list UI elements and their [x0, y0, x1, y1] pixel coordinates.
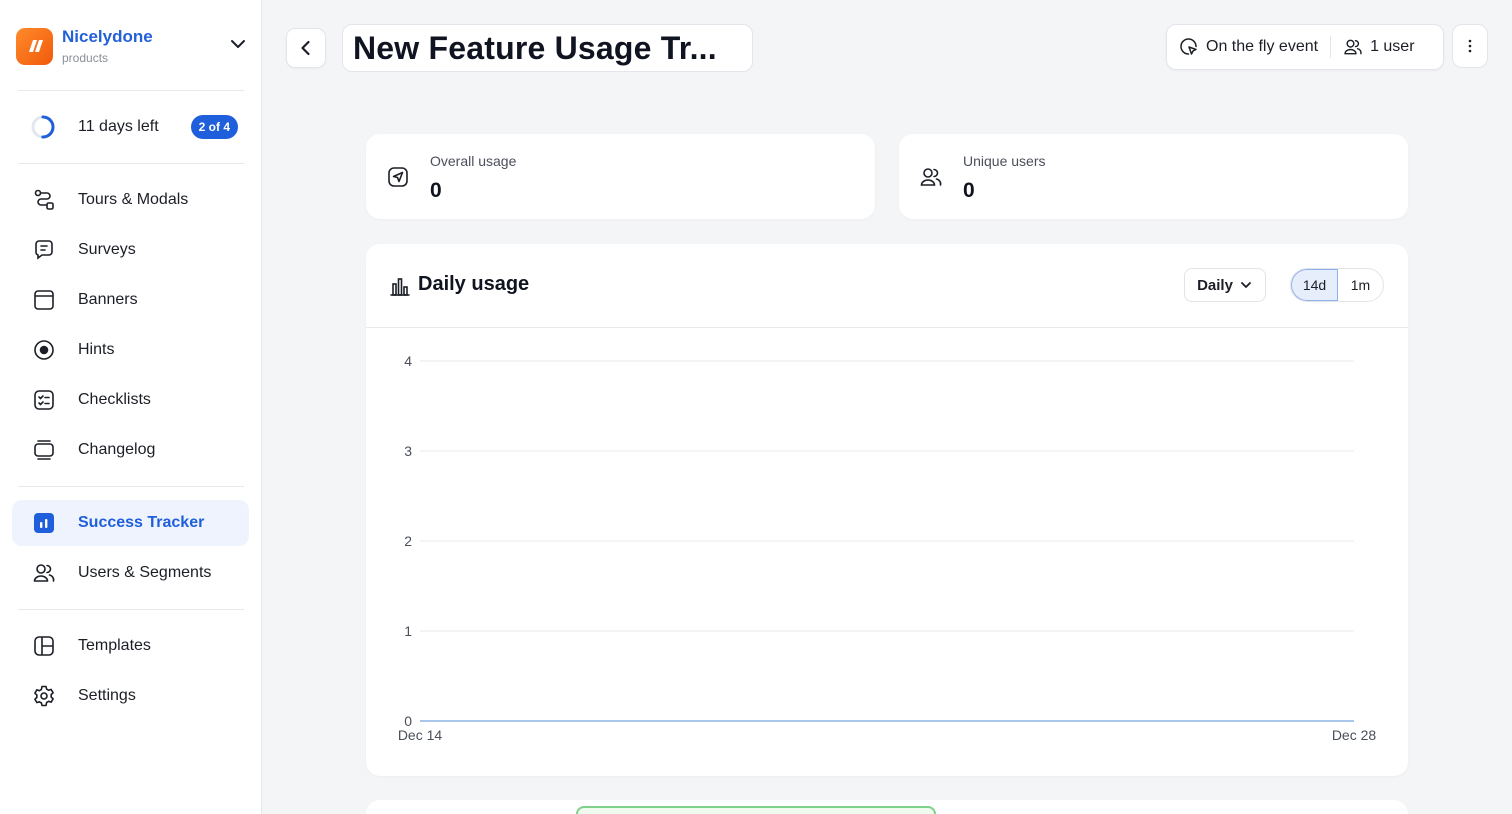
- sidebar-item-checklists[interactable]: Checklists: [12, 377, 249, 423]
- sidebar-item-label: Checklists: [78, 391, 151, 408]
- bar-chart-icon: [32, 511, 56, 535]
- users-count-label: 1 user: [1370, 38, 1415, 55]
- survey-icon: [32, 238, 56, 262]
- send-icon: [388, 167, 408, 187]
- sidebar-item-tours[interactable]: Tours & Modals: [12, 177, 249, 223]
- users-count-button[interactable]: 1 user: [1331, 25, 1426, 69]
- workspace-subtitle: products: [62, 50, 109, 65]
- trial-status[interactable]: 11 days left 2 of 4: [30, 110, 238, 144]
- changelog-icon: [32, 438, 56, 462]
- event-type-button[interactable]: On the fly event: [1167, 25, 1330, 69]
- overall-usage-card: Overall usage 0: [366, 134, 875, 219]
- checklist-icon: [32, 388, 56, 412]
- workspace-name: Nicelydone: [62, 26, 153, 46]
- banner-icon: [32, 288, 56, 312]
- users-icon: [1344, 39, 1362, 55]
- y-tick-label: 3: [404, 443, 412, 459]
- divider: [18, 163, 244, 164]
- date-range-toggle: 14d 1m: [1290, 268, 1384, 302]
- sidebar-item-settings[interactable]: Settings: [12, 673, 249, 719]
- users-icon: [920, 168, 942, 186]
- sidebar-item-label: Changelog: [78, 441, 156, 458]
- sidebar-item-label: Settings: [78, 687, 136, 704]
- stat-value: 0: [430, 179, 442, 202]
- brand-logo-icon: [16, 27, 53, 65]
- sidebar-item-label: Templates: [78, 637, 151, 654]
- sidebar-item-label: Success Tracker: [78, 514, 205, 531]
- granularity-select[interactable]: Daily: [1184, 268, 1266, 302]
- sidebar-item-users-segments[interactable]: Users & Segments: [12, 550, 249, 596]
- tracker-title-field[interactable]: New Feature Usage Tr...: [342, 24, 753, 72]
- more-options-button[interactable]: [1452, 24, 1488, 68]
- sidebar-item-label: Hints: [78, 341, 115, 358]
- granularity-value: Daily: [1197, 276, 1233, 294]
- x-tick-label: Dec 14: [398, 727, 443, 743]
- event-type-label: On the fly event: [1206, 38, 1319, 55]
- stat-value: 0: [963, 179, 975, 202]
- sidebar-item-label: Banners: [78, 291, 138, 308]
- daily-usage-chart: 01234 Dec 14 Dec 28: [398, 353, 1377, 743]
- chart-header: Daily usage Daily 14d 1m: [366, 244, 1408, 328]
- chevron-down-icon[interactable]: [228, 34, 248, 54]
- gear-icon: [32, 684, 56, 708]
- secondary-card: [366, 800, 1408, 814]
- unique-users-card: Unique users 0: [899, 134, 1408, 219]
- status-banner: [576, 806, 936, 814]
- bar-chart-icon: [390, 278, 410, 296]
- divider: [18, 90, 244, 91]
- chevron-left-icon: [301, 40, 310, 56]
- template-icon: [32, 634, 56, 658]
- sidebar-item-changelog[interactable]: Changelog: [12, 427, 249, 473]
- y-tick-label: 4: [404, 353, 412, 369]
- users-icon: [32, 561, 56, 585]
- stat-label: Unique users: [963, 153, 1046, 169]
- progress-ring-icon: [31, 115, 55, 139]
- daily-usage-card: Daily usage Daily 14d 1m 01234 Dec 14 Dec…: [366, 244, 1408, 776]
- sidebar-item-success-tracker[interactable]: Success Tracker: [12, 500, 249, 546]
- stat-label: Overall usage: [430, 153, 517, 169]
- range-14d-button[interactable]: 14d: [1291, 269, 1338, 301]
- y-tick-label: 2: [404, 533, 412, 549]
- sidebar: Nicelydone products 11 days left 2 of 4 …: [0, 0, 262, 814]
- sidebar-item-label: Users & Segments: [78, 564, 212, 581]
- divider: [18, 609, 244, 610]
- trial-step-badge: 2 of 4: [190, 115, 238, 139]
- y-tick-label: 1: [404, 623, 412, 639]
- x-tick-label: Dec 28: [1332, 727, 1377, 743]
- page-title: New Feature Usage Tr...: [353, 29, 717, 66]
- sidebar-item-templates[interactable]: Templates: [12, 623, 249, 669]
- cursor-click-icon: [1180, 38, 1197, 55]
- chevron-down-icon: [1241, 282, 1251, 288]
- trial-days-left: 11 days left: [78, 118, 159, 135]
- back-button[interactable]: [286, 28, 326, 68]
- chart-title: Daily usage: [418, 273, 530, 295]
- hint-target-icon: [32, 338, 56, 362]
- more-vertical-icon: [1468, 39, 1472, 53]
- sidebar-item-hints[interactable]: Hints: [12, 327, 249, 373]
- workspace-switcher[interactable]: Nicelydone products: [16, 24, 248, 68]
- sidebar-item-label: Surveys: [78, 241, 136, 258]
- sidebar-item-surveys[interactable]: Surveys: [12, 227, 249, 273]
- tracker-meta: On the fly event 1 user: [1166, 24, 1444, 70]
- sidebar-item-banners[interactable]: Banners: [12, 277, 249, 323]
- sidebar-item-label: Tours & Modals: [78, 191, 189, 208]
- route-icon: [32, 188, 56, 212]
- divider: [18, 486, 244, 487]
- range-1m-button[interactable]: 1m: [1338, 269, 1383, 301]
